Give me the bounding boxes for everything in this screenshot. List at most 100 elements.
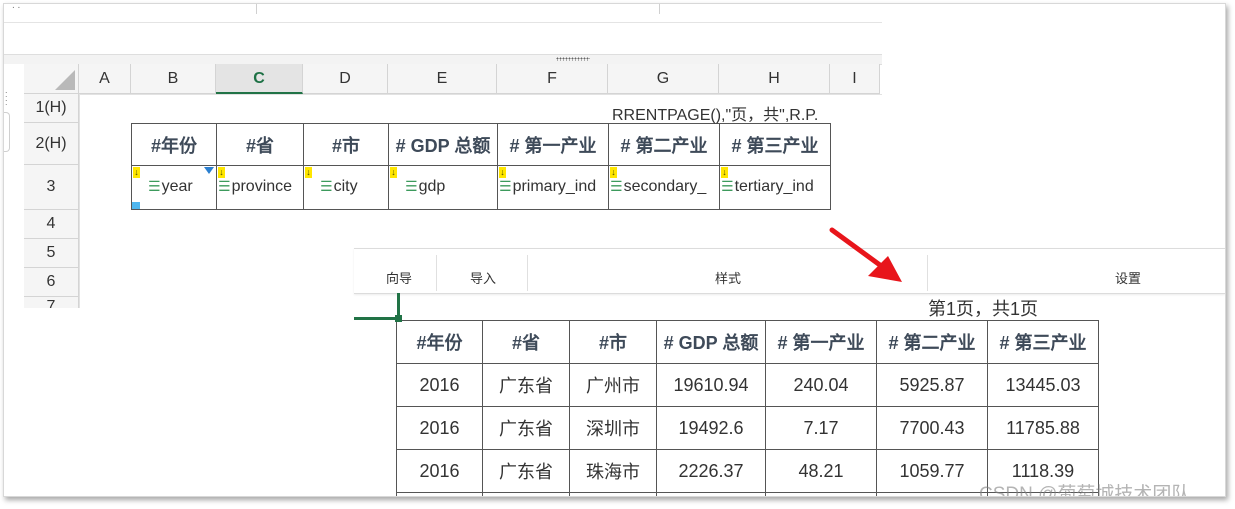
list-icon: ☰ (721, 178, 734, 194)
template-header-cell[interactable]: # 第一产业 (497, 123, 609, 166)
expand-down-icon: ↓ (305, 167, 312, 178)
filter-icon[interactable] (204, 167, 214, 174)
expand-down-icon: ↓ (499, 167, 506, 178)
table-cell: 2016 (396, 449, 483, 493)
expand-down-icon: ↓ (390, 167, 397, 178)
field-name: year (161, 178, 193, 195)
table-cell: 广州市 (569, 363, 657, 407)
cell-anchor-line-h (354, 317, 400, 320)
table-row: 2016 广东省 深圳市 19492.6 7.17 7700.43 11785.88 (396, 406, 1099, 450)
table-cell: 19492.6 (656, 406, 766, 450)
table-cell: 深圳市 (569, 406, 657, 450)
table-cell: 5925.87 (876, 363, 988, 407)
collapse-handle[interactable] (4, 112, 10, 152)
field-binding-cell[interactable]: ↓ ☰year (131, 165, 217, 210)
field-binding-cell[interactable]: ↓ ☰city (303, 165, 389, 210)
column-header-d[interactable]: D (303, 64, 388, 94)
preview-table: #年份 #省 #市 # GDP 总额 # 第一产业 # 第二产业 # 第三产业 2016 广东省… (396, 320, 1099, 496)
screenshot-frame: . . :: ABCDEFGHI 1(H) 2(H) 3 4 5 6 7 #年份 #省 #市 # … (3, 3, 1226, 497)
preview-panel: 向导 导入 样式 设置 第1页，共1页 #年份 #省 #市 # GDP 总额 # 第一产… (354, 248, 1225, 496)
row-header[interactable]: 3 (24, 165, 79, 210)
tab-settings[interactable]: 设置 (1115, 268, 1141, 287)
column-header-a[interactable]: A (79, 64, 131, 94)
table-cell: 广东省 (482, 363, 570, 407)
table-cell: 240.04 (765, 363, 877, 407)
column-header: #省 (482, 320, 570, 364)
column-header: #市 (569, 320, 657, 364)
template-header-cell[interactable]: #省 (216, 123, 304, 166)
tab-style[interactable]: 样式 (715, 268, 741, 287)
field-name: tertiary_ind (734, 178, 814, 195)
column-header-f[interactable]: F (497, 64, 608, 94)
table-cell (396, 492, 483, 496)
column-header-b[interactable]: B (131, 64, 216, 94)
page-formula-cell[interactable]: RRENTPAGE(),"页，共",R.P. (612, 101, 818, 125)
row-header[interactable]: 2(H) (24, 123, 79, 165)
panel-marks: :: (5, 89, 8, 107)
column-header-i[interactable]: I (830, 64, 880, 94)
column-header: # 第一产业 (765, 320, 877, 364)
list-icon: ☰ (499, 178, 512, 194)
table-cell: 1059.77 (876, 449, 988, 493)
template-header-cell[interactable]: # GDP 总额 (388, 123, 498, 166)
left-side-panel: :: (4, 64, 25, 308)
column-header-e[interactable]: E (388, 64, 497, 94)
table-cell: 广东省 (482, 449, 570, 493)
cell-anchor-handle[interactable] (395, 315, 402, 322)
ribbon-mark: . . (12, 4, 21, 11)
table-cell (569, 492, 657, 496)
table-row: 2016 广东省 广州市 19610.94 240.04 5925.87 13445.03 (396, 363, 1099, 407)
table-cell: 珠海市 (569, 449, 657, 493)
list-icon: ☰ (148, 178, 161, 194)
expand-down-icon: ↓ (721, 167, 728, 178)
row-header[interactable]: 6 (24, 268, 79, 297)
select-all-corner[interactable] (24, 64, 79, 94)
field-binding-cell[interactable]: ↓ ☰province (216, 165, 304, 210)
table-cell: 2226.37 (656, 449, 766, 493)
table-cell: 13445.03 (987, 363, 1099, 407)
expand-down-icon: ↓ (218, 167, 225, 178)
table-cell (482, 492, 570, 496)
table-cell (765, 492, 877, 496)
ribbon-strip: . . (4, 4, 882, 23)
table-header-row: #年份 #省 #市 # GDP 总额 # 第一产业 # 第二产业 # 第三产业 (396, 320, 1099, 364)
template-header-cell[interactable]: # 第二产业 (608, 123, 720, 166)
template-header-cell[interactable]: #市 (303, 123, 389, 166)
column-header-g[interactable]: G (608, 64, 719, 94)
field-binding-cell[interactable]: ↓ ☰primary_ind (497, 165, 609, 210)
column-header-c[interactable]: C (216, 64, 303, 94)
expand-down-icon: ↓ (133, 167, 140, 178)
field-name: city (333, 178, 358, 195)
table-cell: 48.21 (765, 449, 877, 493)
preview-toolbar: 向导 导入 样式 设置 (354, 248, 1225, 294)
field-binding-cell[interactable]: ↓ ☰secondary_ (608, 165, 720, 210)
row-header[interactable]: 5 (24, 239, 79, 268)
table-cell (876, 492, 988, 496)
field-binding-cell[interactable]: ↓ ☰gdp (388, 165, 498, 210)
column-header: # GDP 总额 (656, 320, 766, 364)
list-icon: ☰ (320, 178, 333, 194)
row-header[interactable]: 1(H) (24, 94, 79, 123)
cell-marker-icon (132, 202, 140, 209)
column-header-h[interactable]: H (719, 64, 830, 94)
table-cell: 2016 (396, 363, 483, 407)
list-icon: ☰ (405, 178, 418, 194)
field-binding-cell[interactable]: ↓ ☰tertiary_ind (719, 165, 831, 210)
splitter-grip-icon[interactable] (556, 57, 590, 61)
field-name: gdp (418, 178, 446, 195)
list-icon: ☰ (218, 178, 231, 194)
template-header-cell[interactable]: #年份 (131, 123, 217, 166)
column-header: # 第二产业 (876, 320, 988, 364)
tab-import[interactable]: 导入 (470, 268, 496, 287)
template-header-cell[interactable]: # 第三产业 (719, 123, 831, 166)
red-arrow-icon (829, 227, 902, 282)
tab-wizard[interactable]: 向导 (386, 268, 412, 287)
row-header[interactable]: 4 (24, 210, 79, 239)
table-cell (656, 492, 766, 496)
column-header: #年份 (396, 320, 483, 364)
watermark: CSDN @葡萄城技术团队 (979, 484, 1191, 497)
table-cell: 11785.88 (987, 406, 1099, 450)
row-header[interactable]: 7 (24, 297, 79, 308)
field-name: secondary_ (623, 178, 707, 195)
table-cell: 广东省 (482, 406, 570, 450)
